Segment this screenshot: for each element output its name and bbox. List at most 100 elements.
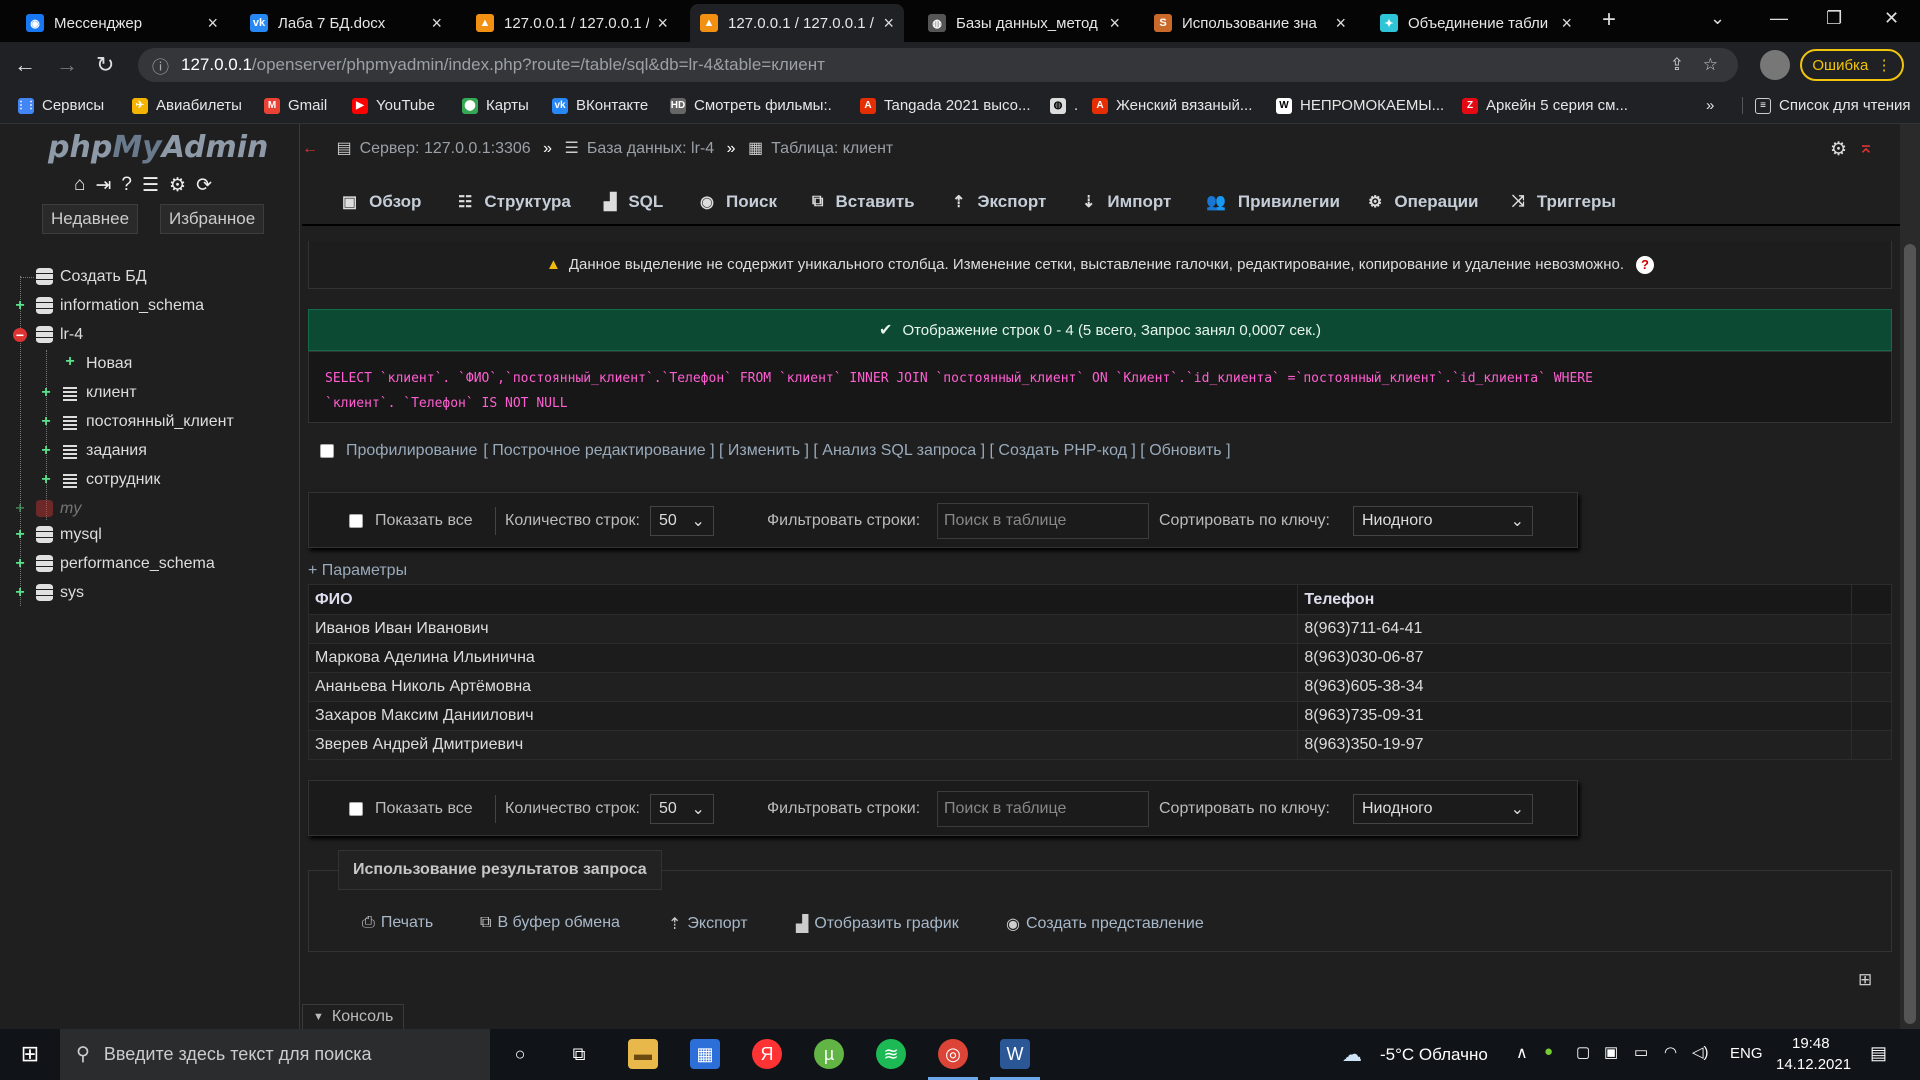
expand-icon[interactable]: + — [13, 298, 27, 314]
browser-tab[interactable]: ◍ Базы данных_метод × — [918, 4, 1130, 42]
bookmark-item[interactable]: W НЕПРОМОКАЕМЫ... — [1276, 97, 1444, 114]
gear-icon[interactable]: ⚙ — [169, 174, 186, 197]
tab-insert[interactable]: ⧉ Вставить — [812, 192, 915, 212]
close-icon[interactable]: × — [1109, 13, 1120, 34]
collapse-icon[interactable]: − — [13, 328, 27, 342]
new-tab-button[interactable]: + — [1602, 6, 1616, 34]
home-icon[interactable]: ⌂ — [74, 174, 85, 197]
tree-item-table[interactable]: + сотрудник — [0, 467, 300, 496]
show-all-control[interactable]: Показать все — [349, 493, 473, 549]
taskbar-search-input[interactable]: ⚲ Введите здесь текст для поиска — [60, 1029, 490, 1080]
avatar[interactable] — [1760, 50, 1790, 80]
close-icon[interactable]: × — [431, 13, 442, 34]
tree-item-database[interactable]: + my — [0, 496, 300, 525]
tree-item-table[interactable]: + постоянный_клиент — [0, 409, 300, 438]
volume-icon[interactable]: ◁) — [1692, 1043, 1709, 1061]
browser-tab[interactable]: ✦ Объединение табли × — [1370, 4, 1582, 42]
reading-list-button[interactable]: ≡ Список для чтения — [1742, 97, 1911, 114]
battery-icon[interactable]: ▭ — [1634, 1043, 1648, 1061]
minimize-button[interactable]: — — [1770, 8, 1788, 29]
tab-operations[interactable]: ⚙ Операции — [1368, 192, 1478, 212]
filter-rows-input[interactable]: Поиск в таблице — [937, 791, 1149, 827]
tab-triggers[interactable]: ⤨ Триггеры — [1512, 192, 1616, 212]
expand-icon[interactable]: + — [39, 385, 53, 401]
tree-item-database[interactable]: + sys — [0, 580, 300, 609]
tab-import[interactable]: ⇣ Импорт — [1082, 192, 1171, 212]
tab-structure[interactable]: ☷ Структура — [458, 192, 571, 212]
wifi-icon[interactable]: ◠ — [1664, 1043, 1677, 1061]
close-icon[interactable]: × — [657, 13, 668, 34]
cortana-icon[interactable]: ○ — [505, 1039, 535, 1069]
tab-browse[interactable]: ▣ Обзор — [342, 192, 421, 212]
tab-search-icon[interactable]: ⌄ — [1710, 8, 1725, 29]
expand-icon[interactable]: + — [39, 472, 53, 488]
page-scrollbar[interactable] — [1900, 124, 1920, 1029]
browser-tab-active[interactable]: ▲ 127.0.0.1 / 127.0.0.1 / × — [690, 4, 904, 42]
tray-app-icon[interactable]: ● — [1544, 1043, 1553, 1060]
maximize-button[interactable]: ❐ — [1826, 8, 1842, 29]
help-icon[interactable]: ? — [1636, 255, 1654, 274]
expand-icon[interactable]: + — [13, 527, 27, 543]
expand-icon[interactable]: + — [39, 414, 53, 430]
export-link[interactable]: ⇡ Экспорт — [668, 914, 748, 934]
tree-item-table[interactable]: + задания — [0, 438, 300, 467]
profiling-label[interactable]: Профилирование — [346, 442, 477, 460]
address-bar[interactable]: ⓘ 127.0.0.1/openserver/phpmyadmin/index.… — [138, 48, 1738, 82]
share-icon[interactable]: ⇪ — [1670, 55, 1684, 75]
bookmark-item[interactable]: A Женский вязаный... — [1092, 97, 1252, 114]
spotify-icon[interactable]: ≋ — [876, 1039, 906, 1069]
scrollbar-thumb[interactable] — [1904, 244, 1916, 1024]
tree-item-table[interactable]: + клиент — [0, 380, 300, 409]
tray-monitor-icon[interactable]: ▣ — [1604, 1043, 1618, 1061]
info-icon[interactable]: ⓘ — [152, 53, 169, 78]
close-icon[interactable]: × — [883, 13, 894, 34]
tree-item-database[interactable]: + information_schema — [0, 293, 300, 322]
close-icon[interactable]: × — [1561, 13, 1572, 34]
bookmark-item[interactable]: ◍. — [1050, 97, 1078, 114]
rows-count-select[interactable]: 50 ⌄ — [649, 794, 714, 824]
close-window-button[interactable]: ✕ — [1884, 8, 1899, 29]
filter-rows-input[interactable]: Поиск в таблице — [937, 503, 1149, 539]
breadcrumb-server[interactable]: Сервер: 127.0.0.1:3306 — [360, 140, 531, 157]
notifications-icon[interactable]: ▤ — [1870, 1043, 1887, 1064]
tree-item-database[interactable]: + performance_schema — [0, 551, 300, 580]
database-icon[interactable]: ☰ — [142, 174, 159, 197]
breadcrumb-database[interactable]: База данных: lr-4 — [587, 140, 714, 157]
bookmark-item[interactable]: ✈ Авиабилеты — [132, 97, 242, 114]
expand-icon[interactable]: + — [13, 585, 27, 601]
tab-export[interactable]: ⇡ Экспорт — [952, 192, 1046, 212]
bookmark-item[interactable]: M Gmail — [264, 97, 327, 114]
tray-chevron-icon[interactable]: ∧ — [1516, 1043, 1528, 1063]
expand-icon[interactable]: + — [39, 443, 53, 459]
recent-tab[interactable]: Недавнее — [42, 204, 139, 234]
query-action-links[interactable]: [ Построчное редактирование ] [ Изменить… — [483, 442, 1230, 460]
rows-count-select[interactable]: 50 ⌄ — [649, 506, 714, 536]
language-indicator[interactable]: ENG — [1730, 1045, 1763, 1062]
tab-search[interactable]: ◉ Поиск — [700, 192, 777, 212]
create-view-link[interactable]: ◉ Создать представление — [1006, 914, 1204, 934]
bookmark-item[interactable]: ▶ YouTube — [352, 97, 435, 114]
tree-item-create-db[interactable]: Создать БД — [0, 264, 300, 293]
sort-key-select[interactable]: Ниодного ⌄ — [1353, 794, 1533, 824]
error-button[interactable]: Ошибка ⋮ — [1800, 49, 1904, 81]
profiling-checkbox[interactable] — [320, 444, 334, 458]
bookmark-item[interactable]: ⬤ Карты — [462, 97, 529, 114]
reload-button[interactable]: ↻ — [96, 52, 114, 78]
bookmark-item[interactable]: A Tangada 2021 высо... — [860, 97, 1031, 114]
display-chart-link[interactable]: ▟ Отобразить график — [796, 914, 959, 934]
yandex-icon[interactable]: Я — [752, 1039, 782, 1069]
more-bookmarks-button[interactable]: » — [1706, 97, 1714, 114]
show-all-checkbox[interactable] — [349, 514, 363, 528]
utorrent-icon[interactable]: µ — [814, 1039, 844, 1069]
collapse-top-icon[interactable]: ⌅ — [1858, 136, 1874, 159]
column-header[interactable]: Телефон — [1297, 584, 1853, 615]
sort-key-select[interactable]: Ниодного ⌄ — [1353, 506, 1533, 536]
show-all-control[interactable]: Показать все — [349, 781, 473, 837]
show-all-checkbox[interactable] — [349, 802, 363, 816]
browser-tab[interactable]: ◉ Мессенджер × — [16, 4, 228, 42]
chrome-icon[interactable]: ◎ — [938, 1039, 968, 1069]
windows-start-icon[interactable]: ⊞ — [15, 1039, 45, 1069]
weather-text[interactable]: -5°C Облачно — [1380, 1045, 1488, 1065]
clock-time[interactable]: 19:48 — [1792, 1035, 1830, 1052]
settings-gear-icon[interactable]: ⚙ — [1830, 138, 1847, 161]
